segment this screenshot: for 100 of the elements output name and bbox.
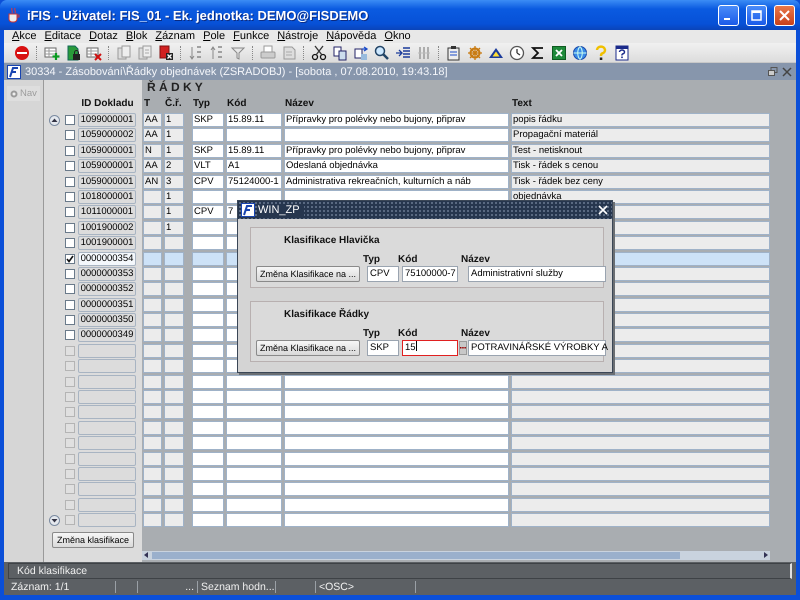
scroll-down-icon[interactable] — [49, 514, 60, 526]
input-field[interactable]: SKP — [367, 340, 399, 356]
table-plus-icon[interactable] — [44, 44, 60, 60]
status-text: ... — [138, 581, 198, 593]
record-id-cell[interactable]: 0000000351 — [78, 298, 136, 312]
checkbox[interactable] — [65, 238, 75, 248]
minimize-button[interactable] — [718, 4, 739, 26]
scroll-up-icon[interactable] — [49, 114, 60, 126]
menu-item[interactable]: Akce — [8, 30, 40, 43]
sort-descending-icon[interactable] — [209, 44, 225, 60]
horizontal-scrollbar[interactable] — [142, 551, 770, 560]
menu-item[interactable]: Okno — [380, 30, 415, 43]
record-id-cell[interactable]: 1001900001 — [78, 236, 136, 250]
checkbox[interactable] — [65, 161, 75, 172]
record-id-cell[interactable] — [78, 482, 136, 496]
menu-item[interactable]: Pole — [199, 30, 230, 43]
table-delete-icon[interactable] — [86, 44, 102, 60]
pages-icon[interactable] — [137, 44, 153, 60]
document-lock-icon[interactable] — [65, 44, 81, 60]
checkbox[interactable] — [65, 284, 75, 294]
change-classification-button[interactable]: Změna Klasifikace na ... — [256, 340, 360, 356]
document-delete-icon[interactable] — [158, 44, 174, 60]
menu-item[interactable]: Dotaz — [85, 30, 122, 43]
maximize-icon[interactable] — [750, 8, 763, 22]
change-classification-button[interactable]: Změna klasifikace — [52, 532, 134, 548]
record-id-cell[interactable] — [78, 390, 136, 404]
checkbox[interactable] — [65, 115, 75, 125]
record-id-cell[interactable] — [78, 344, 136, 358]
field-label: Typ — [363, 254, 380, 265]
menu-item[interactable]: Blok — [122, 30, 152, 43]
checkbox[interactable] — [65, 268, 75, 279]
checkbox[interactable] — [65, 192, 75, 202]
checkbox[interactable] — [65, 146, 75, 156]
record-id-cell[interactable] — [78, 498, 136, 512]
printer-icon[interactable] — [260, 44, 276, 60]
input-field[interactable]: POTRAVINÁŘSKÉ VÝROBKY A — [468, 340, 606, 356]
record-id-cell[interactable]: 0000000352 — [78, 282, 136, 296]
wheel-icon[interactable] — [467, 44, 483, 60]
sort-ascending-icon[interactable] — [188, 44, 204, 60]
list-of-values-button[interactable] — [459, 341, 467, 355]
record-id-cell[interactable] — [78, 452, 136, 466]
restore-icon[interactable] — [768, 66, 778, 76]
document-icon[interactable] — [281, 44, 297, 60]
menu-item[interactable]: Funkce — [229, 30, 274, 43]
list-arrow-icon[interactable] — [395, 44, 411, 60]
input-field[interactable]: Administrativní služby — [468, 266, 606, 282]
menu-item[interactable]: Nápověda — [322, 30, 380, 43]
checkbox[interactable] — [65, 254, 75, 264]
record-id-cell[interactable] — [78, 374, 136, 389]
record-id-cell[interactable] — [78, 359, 136, 374]
change-classification-button[interactable]: Změna Klasifikace na ... — [256, 266, 360, 282]
checkbox[interactable] — [65, 222, 75, 233]
record-id-cell[interactable]: 1059000001 — [78, 159, 136, 174]
close-button[interactable] — [774, 4, 795, 26]
record-id-cell[interactable]: 1018000001 — [78, 190, 136, 204]
record-id-cell[interactable]: 1001900002 — [78, 220, 136, 235]
table-cell — [192, 498, 224, 512]
record-id-cell[interactable] — [78, 405, 136, 420]
copy-icon[interactable] — [332, 44, 348, 60]
columns-icon[interactable] — [416, 44, 432, 60]
record-id-cell[interactable]: 1059000001 — [78, 174, 136, 189]
globe-icon[interactable] — [572, 44, 588, 60]
clock-icon[interactable] — [509, 44, 525, 60]
record-id-cell[interactable] — [78, 513, 136, 528]
help-book-icon[interactable] — [614, 44, 630, 60]
checkbox[interactable] — [65, 330, 75, 340]
record-id-cell[interactable] — [78, 436, 136, 450]
pages-icon[interactable] — [116, 44, 132, 60]
record-id-cell[interactable]: 1059000002 — [78, 128, 136, 142]
help-icon[interactable] — [593, 44, 609, 60]
menu-item[interactable]: Editace — [40, 30, 86, 43]
table-cell: Test - netisknout — [511, 144, 770, 158]
maximize-button[interactable] — [746, 4, 767, 26]
input-field[interactable]: 15 — [402, 340, 458, 356]
input-field[interactable]: CPV — [367, 266, 399, 282]
checkbox[interactable] — [65, 130, 75, 140]
record-id-cell[interactable]: 1011000001 — [78, 205, 136, 220]
clipboard-icon[interactable] — [446, 44, 462, 60]
search-icon[interactable] — [374, 44, 390, 60]
document-arrow-icon[interactable] — [353, 44, 369, 60]
record-id-cell[interactable]: 0000000350 — [78, 313, 136, 328]
stop-icon[interactable] — [14, 44, 30, 60]
scissors-icon[interactable] — [311, 44, 327, 60]
checkbox[interactable] — [65, 315, 75, 326]
spreadsheet-icon[interactable] — [551, 44, 567, 60]
checkbox[interactable] — [65, 207, 75, 218]
checkbox[interactable] — [65, 176, 75, 187]
record-id-cell[interactable]: 0000000354 — [78, 252, 136, 266]
menu-item[interactable]: Nástroje — [273, 30, 322, 43]
table-cell: 1 — [164, 205, 184, 220]
record-id-cell[interactable] — [78, 420, 136, 435]
checkbox[interactable] — [65, 300, 75, 310]
input-field[interactable]: 75100000-7 — [402, 266, 458, 282]
menu-item[interactable]: Záznam — [151, 30, 200, 43]
sum-icon[interactable] — [530, 44, 546, 60]
record-id-cell[interactable]: 1059000001 — [78, 144, 136, 158]
record-id-cell[interactable] — [78, 466, 136, 481]
record-id-cell[interactable]: 0000000349 — [78, 328, 136, 342]
record-id-cell[interactable]: 1099000001 — [78, 113, 136, 127]
record-id-cell[interactable]: 0000000353 — [78, 266, 136, 281]
